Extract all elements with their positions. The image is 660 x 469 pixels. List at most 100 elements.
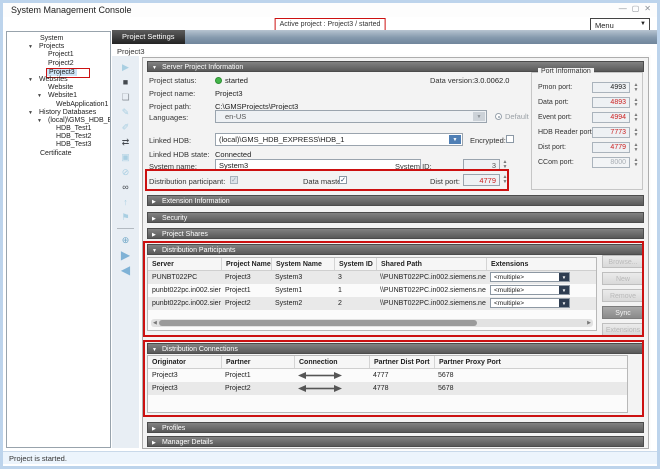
tree-item-website1[interactable]: ▼Website1 (7, 92, 110, 100)
spinner-arrows-icon[interactable]: ▲▼ (632, 83, 640, 92)
cancel-icon[interactable]: ⊘ (112, 166, 139, 178)
tree-item-hdb-test2[interactable]: HDB_Test2 (7, 133, 110, 141)
tree-item-project3[interactable]: Project3 (7, 68, 110, 76)
close-icon[interactable]: ✕ (644, 4, 651, 14)
horizontal-scrollbar[interactable]: ◀ ▶ (151, 319, 593, 327)
column-header-connection[interactable]: Connection (294, 356, 369, 368)
expander-icon[interactable]: ▼ (37, 117, 46, 125)
event-port-spinner[interactable]: 4994 (592, 112, 630, 123)
spinner-arrows-icon[interactable]: ▲▼ (632, 98, 640, 107)
sync-button[interactable]: Sync (602, 306, 644, 319)
column-header-shared-path[interactable]: Shared Path (376, 258, 486, 270)
system_name-cell: System2 (271, 297, 334, 310)
project_name-cell: Project3 (221, 271, 271, 284)
column-header-partner[interactable]: Partner (221, 356, 294, 368)
column-header-partner-proxy-port[interactable]: Partner Proxy Port (434, 356, 509, 368)
ccom-port-spinner[interactable]: 8000 (592, 157, 630, 168)
dist-port-spinner[interactable]: 4779 (463, 174, 500, 186)
column-header-extensions[interactable]: Extensions (486, 258, 594, 270)
tree-item-certificate[interactable]: Certificate (7, 150, 110, 158)
column-header-system-id[interactable]: System ID (334, 258, 376, 270)
back-icon[interactable]: ◀ (112, 264, 139, 276)
pin-icon[interactable]: ⚑ (112, 211, 139, 223)
linked-hdb-dropdown[interactable]: (local)\GMS_HDB_EXPRESS\HDB_1 ▼ (215, 133, 463, 146)
system_name-cell: System1 (271, 284, 334, 297)
system-name-input[interactable]: System3 (215, 159, 421, 171)
rename-project-icon[interactable]: ✐ (112, 121, 139, 133)
extensions-dropdown[interactable]: <multiple>▼ (490, 285, 570, 295)
spinner-arrows-icon[interactable]: ▲▼ (632, 158, 640, 167)
link-hdb-icon[interactable]: ⇄ (112, 136, 139, 148)
data-port-spinner[interactable]: 4893 (592, 97, 630, 108)
new-project-icon[interactable]: ❏ (112, 91, 139, 103)
section-project-shares[interactable]: ▶ Project Shares (147, 228, 644, 239)
expander-icon[interactable]: ▼ (28, 109, 37, 117)
hdb-reader-port-spinner[interactable]: 7773 (592, 127, 630, 138)
tree-item-projects[interactable]: ▼Projects (7, 43, 110, 51)
tree-item-project1[interactable]: Project1 (7, 51, 110, 59)
upgrade-icon[interactable]: ↑ (112, 196, 139, 208)
column-header-server[interactable]: Server (148, 258, 221, 270)
table-row[interactable]: PUNBT022PCProject3System33\\PUNBT022PC.i… (148, 271, 596, 284)
spinner-arrows-icon[interactable]: ▲▼ (501, 160, 509, 169)
table-row[interactable]: Project3Project247785678 (148, 382, 627, 395)
status-bar: Project is started. (3, 451, 657, 464)
stop-project-icon[interactable]: ■ (112, 76, 139, 88)
expander-icon[interactable]: ▼ (37, 92, 46, 100)
scroll-left-icon[interactable]: ◀ (153, 319, 157, 327)
extensions-button[interactable]: Extensions (602, 323, 644, 336)
remove-button[interactable]: Remove (602, 289, 644, 302)
table-row[interactable]: Project3Project147775678 (148, 369, 627, 382)
section-distribution-participants[interactable]: ▼ Distribution Participants (147, 244, 644, 255)
table-row[interactable]: punbt022pc.in002.siemerProject2System22\… (148, 297, 596, 310)
tree-item-website[interactable]: Website (7, 84, 110, 92)
tree-item-project2[interactable]: Project2 (7, 60, 110, 68)
minimize-icon[interactable]: — (619, 4, 627, 14)
expander-icon[interactable]: ▼ (28, 76, 37, 84)
extensions-dropdown[interactable]: <multiple>▼ (490, 298, 570, 308)
column-header-system-name[interactable]: System Name (271, 258, 334, 270)
default-radio[interactable] (495, 113, 502, 120)
languages-dropdown[interactable]: en-US ▼ (215, 110, 487, 123)
column-header-originator[interactable]: Originator (148, 356, 221, 368)
distribution-participant-checkbox[interactable]: ✓ (230, 176, 238, 184)
spinner-arrows-icon[interactable]: ▲▼ (632, 143, 640, 152)
data-master-checkbox[interactable]: ✓ (339, 176, 347, 184)
next-icon[interactable]: ▶ (112, 249, 139, 261)
scrollbar-thumb[interactable] (159, 320, 477, 326)
tree-item-websites[interactable]: ▼Websites (7, 76, 110, 84)
share-link-icon[interactable]: ∞ (112, 181, 139, 193)
new-button[interactable]: New (602, 272, 644, 285)
spinner-arrows-icon[interactable]: ▲▼ (632, 113, 640, 122)
tree-item-webapplication1[interactable]: WebApplication1 (7, 101, 110, 109)
tree-item-hdb-test3[interactable]: HDB_Test3 (7, 141, 110, 149)
section-security[interactable]: ▶ Security (147, 212, 644, 223)
browse-button[interactable]: Browse... (602, 255, 644, 268)
dist-port-spinner[interactable]: 4779 (592, 142, 630, 153)
extensions-dropdown[interactable]: <multiple>▼ (490, 272, 570, 282)
section-manager-details[interactable]: ▶ Manager Details (147, 436, 644, 447)
start-project-icon[interactable]: ▶ (112, 61, 139, 73)
edit-project-icon[interactable]: ✎ (112, 106, 139, 118)
save-icon[interactable]: ▣ (112, 151, 139, 163)
system-id-spinner[interactable]: 3 (463, 159, 500, 171)
column-header-partner-dist-port[interactable]: Partner Dist Port (369, 356, 434, 368)
add-icon[interactable]: ⊕ (112, 234, 139, 246)
tab-project-settings[interactable]: Project Settings (112, 30, 185, 44)
table-row[interactable]: punbt022pc.in002.siemerProject1System11\… (148, 284, 596, 297)
encrypted-checkbox[interactable] (506, 135, 514, 143)
section-profiles[interactable]: ▶ Profiles (147, 422, 644, 433)
expander-icon[interactable]: ▼ (28, 43, 37, 51)
scroll-right-icon[interactable]: ▶ (587, 319, 591, 327)
spinner-arrows-icon[interactable]: ▲▼ (632, 128, 640, 137)
column-header-project-name[interactable]: Project Name (221, 258, 271, 270)
maximize-icon[interactable]: ▢ (632, 4, 640, 14)
section-distribution-connections[interactable]: ▼ Distribution Connections (147, 343, 644, 354)
tree-item-hdb-test1[interactable]: HDB_Test1 (7, 125, 110, 133)
pmon-port-spinner[interactable]: 4993 (592, 82, 630, 93)
tree-item-system[interactable]: System (7, 35, 110, 43)
spinner-arrows-icon[interactable]: ▲▼ (501, 175, 509, 184)
tree-item-history-databases[interactable]: ▼History Databases (7, 109, 110, 117)
section-extension-information[interactable]: ▶ Extension Information (147, 195, 644, 206)
tree-item-local-gms-hdb-express[interactable]: ▼(local)\GMS_HDB_EXPRESS (7, 117, 110, 125)
